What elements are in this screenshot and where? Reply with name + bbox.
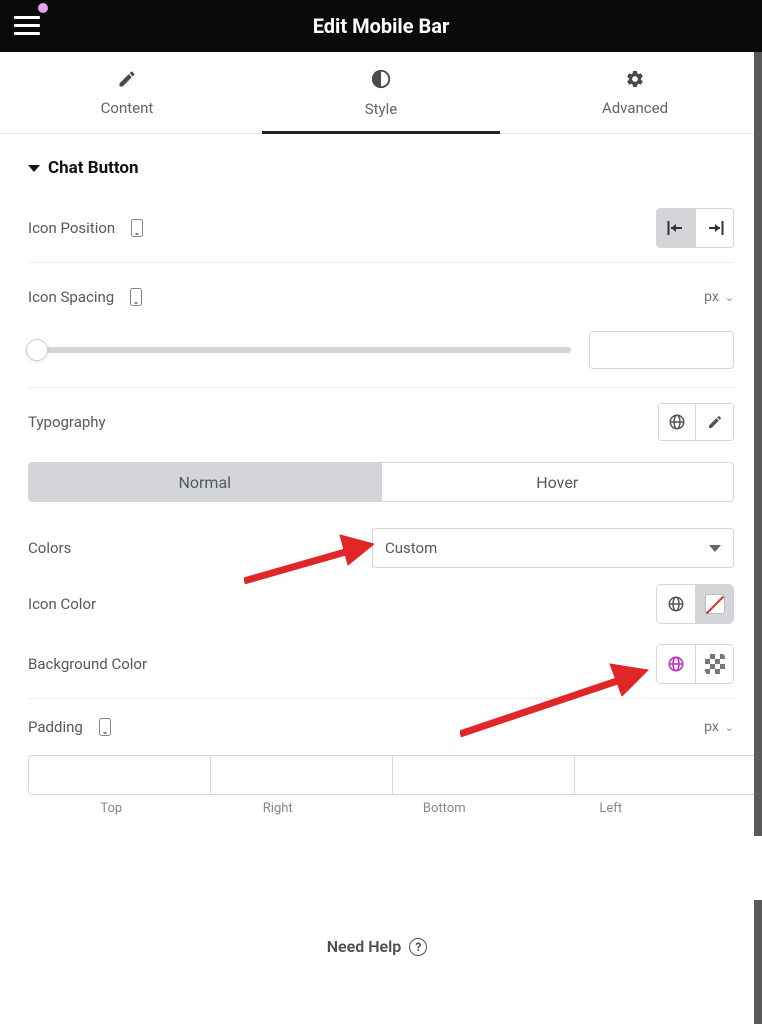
unit-label: px <box>704 719 719 735</box>
tab-label: Content <box>101 99 154 117</box>
divider <box>28 387 734 388</box>
icon-spacing-unit[interactable]: px ⌄ <box>704 289 734 305</box>
padding-bottom-label: Bottom <box>361 801 528 816</box>
row-background-color: Background Color <box>28 634 734 694</box>
row-icon-position: Icon Position <box>28 198 734 258</box>
transparent-swatch-icon <box>705 654 725 674</box>
padding-right-input[interactable] <box>210 755 392 795</box>
responsive-icon[interactable] <box>131 219 143 237</box>
gear-icon <box>625 69 645 89</box>
chevron-down-icon: ⌄ <box>725 291 734 304</box>
icon-color-controls <box>656 584 734 624</box>
padding-top-input[interactable] <box>28 755 210 795</box>
colors-select[interactable]: Custom <box>372 528 734 568</box>
need-help-link[interactable]: Need Help ? <box>0 937 754 956</box>
state-normal[interactable]: Normal <box>29 463 381 501</box>
row-typography: Typography <box>28 392 734 452</box>
section-title: Chat Button <box>48 158 139 178</box>
padding-left-input[interactable] <box>574 755 756 795</box>
icon-color-swatch[interactable] <box>695 585 733 623</box>
icon-spacing-slider[interactable] <box>28 347 571 353</box>
padding-top-label: Top <box>28 801 195 816</box>
tab-label: Style <box>365 100 398 118</box>
tab-style[interactable]: Style <box>254 52 508 133</box>
unit-label: px <box>704 289 719 305</box>
label-colors: Colors <box>28 539 71 557</box>
pencil-icon <box>117 69 137 89</box>
icon-spacing-slider-row <box>28 331 734 369</box>
icon-position-toggle <box>656 208 734 248</box>
section-chat-button[interactable]: Chat Button <box>28 134 734 198</box>
caret-down-icon <box>709 545 721 552</box>
responsive-icon[interactable] <box>99 718 111 736</box>
divider <box>28 262 734 263</box>
icon-spacing-input[interactable] <box>589 331 734 369</box>
padding-unit[interactable]: px ⌄ <box>704 719 734 735</box>
caret-down-icon <box>28 165 40 172</box>
state-hover[interactable]: Hover <box>381 463 734 501</box>
padding-inputs <box>28 755 734 795</box>
align-end-icon <box>706 220 724 236</box>
tab-advanced[interactable]: Advanced <box>508 52 762 133</box>
globe-icon <box>667 595 685 613</box>
tab-content[interactable]: Content <box>0 52 254 133</box>
divider <box>28 698 734 699</box>
slider-thumb[interactable] <box>26 339 48 361</box>
row-icon-color: Icon Color <box>28 574 734 634</box>
question-icon: ? <box>409 938 427 956</box>
chevron-down-icon: ⌄ <box>725 721 734 734</box>
globe-icon <box>668 413 686 431</box>
row-icon-spacing: Icon Spacing px ⌄ <box>28 267 734 327</box>
bg-color-swatch[interactable] <box>695 645 733 683</box>
editor-header: Edit Mobile Bar <box>0 0 762 52</box>
label-icon-position: Icon Position <box>28 219 115 237</box>
header-title: Edit Mobile Bar <box>313 14 450 38</box>
state-label: Normal <box>178 473 231 492</box>
label-typography: Typography <box>28 413 106 431</box>
padding-left-label: Left <box>528 801 695 816</box>
label-icon-spacing: Icon Spacing <box>28 288 114 306</box>
icon-color-global-button[interactable] <box>657 585 695 623</box>
label-padding: Padding <box>28 718 83 736</box>
colors-value: Custom <box>385 539 437 557</box>
padding-bottom-input[interactable] <box>392 755 574 795</box>
typography-global-button[interactable] <box>658 403 696 441</box>
scrollbar-track-lower[interactable] <box>754 900 762 1024</box>
icon-position-end[interactable] <box>695 209 733 247</box>
typography-controls <box>658 403 734 441</box>
row-colors: Colors Custom <box>28 522 734 574</box>
help-label: Need Help <box>327 937 402 956</box>
typography-edit-button[interactable] <box>696 403 734 441</box>
padding-right-label: Right <box>195 801 362 816</box>
editor-tabs: Content Style Advanced <box>0 52 762 134</box>
bg-color-global-button[interactable] <box>657 645 695 683</box>
label-bg-color: Background Color <box>28 655 147 673</box>
tab-label: Advanced <box>602 99 668 117</box>
row-padding: Padding px ⌄ <box>28 703 734 751</box>
align-start-icon <box>667 220 685 236</box>
bg-color-controls <box>656 644 734 684</box>
notification-dot-icon <box>38 3 48 13</box>
icon-position-start[interactable] <box>657 209 695 247</box>
label-icon-color: Icon Color <box>28 595 96 613</box>
contrast-icon <box>370 68 392 90</box>
state-toggle: Normal Hover <box>28 462 734 502</box>
no-color-icon <box>705 594 725 614</box>
menu-button[interactable] <box>14 12 40 38</box>
responsive-icon[interactable] <box>130 288 142 306</box>
padding-labels: Top Right Bottom Left <box>28 801 734 816</box>
state-label: Hover <box>536 473 578 492</box>
globe-icon <box>667 655 685 673</box>
style-panel: Chat Button Icon Position <box>0 134 762 816</box>
pencil-icon <box>707 414 723 430</box>
